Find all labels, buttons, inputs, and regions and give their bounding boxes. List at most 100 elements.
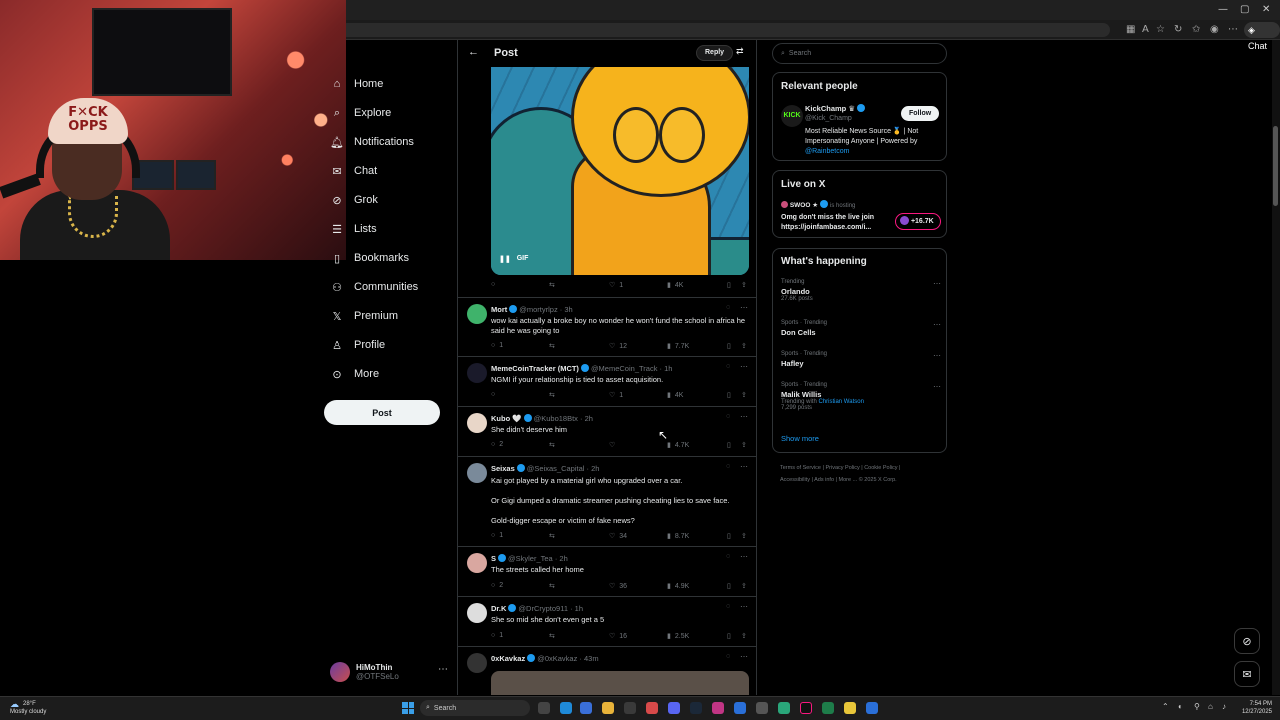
repost-icon[interactable]: ⇆ <box>549 391 555 399</box>
grok-icon[interactable]: ◌ <box>726 363 730 370</box>
more-dots-icon[interactable]: ⋯ <box>740 652 748 661</box>
nav-communities[interactable]: ⚇ Communities <box>330 277 418 297</box>
app-icon[interactable] <box>734 702 746 714</box>
reply-icon[interactable]: ○ 2 <box>491 441 503 448</box>
like-icon[interactable]: ♡ 34 <box>609 532 627 541</box>
gif-media[interactable]: ❚❚ GIF <box>491 67 749 275</box>
reply-icon[interactable]: ○ 1 <box>491 342 503 349</box>
repost-icon[interactable]: ⇆ <box>549 281 559 289</box>
views-icon[interactable]: ▮ 4.7K <box>667 441 689 450</box>
trend-item[interactable]: Sports · Trending Don Cells <box>781 320 827 337</box>
repost-icon[interactable]: ⇆ <box>549 441 555 449</box>
list-item[interactable]: 0xKavkaz @0xKavkaz · 43m ◌ ⋯ <box>458 646 756 695</box>
nav-lists[interactable]: ☰ Lists <box>330 219 377 239</box>
list-item[interactable]: MemeCoinTracker (MCT) @MemeCoin_Track · 1… <box>458 356 756 406</box>
trend-item[interactable]: Trending Orlando 27.6K posts <box>781 279 813 302</box>
footer-link[interactable]: Cookie Policy <box>864 465 897 471</box>
nav-premium[interactable]: 𝕏 Premium <box>330 306 398 326</box>
share-icon[interactable]: ⇪ <box>741 532 747 540</box>
search-input[interactable]: ⌕ Search <box>772 43 947 64</box>
tweet-author-name[interactable]: Dr.K <box>491 604 506 613</box>
footer-link[interactable]: Accessibility <box>780 477 810 483</box>
refresh-icon[interactable]: ↻ <box>1174 24 1182 35</box>
menu-icon[interactable]: ⋯ <box>1228 24 1238 35</box>
chrome-icon[interactable] <box>646 702 658 714</box>
close-icon[interactable]: ✕ <box>1262 4 1270 15</box>
more-dots-icon[interactable]: ⋯ <box>438 664 448 675</box>
back-arrow-icon[interactable]: ← <box>468 46 479 58</box>
weather-widget[interactable]: ☁ 28°F Mostly cloudy <box>10 700 46 716</box>
relevant-person-name[interactable]: KickChamp <box>805 104 846 113</box>
copilot-chat-button[interactable]: ◈ Chat <box>1244 22 1280 51</box>
adjust-icon[interactable]: ⇄ <box>736 46 744 57</box>
tiktok-icon[interactable] <box>800 702 812 714</box>
tweet-author-name[interactable]: 0xKavkaz <box>491 654 525 663</box>
nav-grok[interactable]: ⊘ Grok <box>330 190 377 210</box>
store-icon[interactable] <box>624 702 636 714</box>
reply-button[interactable]: Reply <box>696 45 734 61</box>
grok-icon[interactable]: ◌ <box>726 413 730 420</box>
discord-icon[interactable] <box>668 702 680 714</box>
scrollbar-thumb[interactable] <box>1273 126 1278 206</box>
nav-explore[interactable]: ⌕ Explore <box>330 103 391 123</box>
settings-icon[interactable] <box>756 702 768 714</box>
more-dots-icon[interactable]: ⋯ <box>740 303 748 312</box>
share-icon[interactable]: ⇪ <box>741 391 747 399</box>
like-icon[interactable]: ♡ <box>609 441 615 449</box>
share-icon[interactable]: ⇪ <box>741 582 747 590</box>
share-icon[interactable]: ⇪ <box>741 281 747 289</box>
tweet-author-name[interactable]: Seixas <box>491 464 515 473</box>
views-icon[interactable]: ▮ 4K <box>667 391 683 400</box>
reader-icon[interactable]: ▦ <box>1126 24 1135 35</box>
nav-home[interactable]: ⌂ Home <box>330 74 384 94</box>
pause-icon[interactable]: ❚❚ <box>499 255 511 263</box>
views-icon[interactable]: ▮ 4K <box>667 281 683 290</box>
more-dots-icon[interactable]: ⋯ <box>933 320 941 329</box>
list-item[interactable]: Seixas @Seixas_Capital · 2h ◌ ⋯ Kai got p… <box>458 456 756 546</box>
live-host[interactable]: SWOO ★ is hosting <box>781 200 855 209</box>
profile-icon[interactable]: ◉ <box>1210 24 1219 35</box>
post-button[interactable]: Post <box>324 400 440 425</box>
grok-icon[interactable]: ◌ <box>726 553 730 560</box>
nav-chat[interactable]: ✉ Chat <box>330 161 377 181</box>
account-switcher[interactable]: HiMoThin @OTFSeLo ⋯ <box>330 660 448 684</box>
tweet-handle[interactable]: @Kubo18Btx <box>534 414 578 423</box>
live-listener-badge[interactable]: +16.7K <box>895 213 941 230</box>
more-dots-icon[interactable]: ⋯ <box>740 602 748 611</box>
views-icon[interactable]: ▮ 8.7K <box>667 532 689 541</box>
reply-icon[interactable]: ○ 1 <box>491 632 503 639</box>
repost-icon[interactable]: ⇆ <box>549 342 555 350</box>
microphone-icon[interactable]: ⚲ <box>1194 702 1200 711</box>
clock[interactable]: 7:54 PM 12/27/2025 <box>1236 700 1272 716</box>
read-aloud-icon[interactable]: A <box>1142 24 1149 35</box>
repost-icon[interactable]: ⇆ <box>549 532 555 540</box>
share-icon[interactable]: ⇪ <box>741 632 747 640</box>
bookmark-icon[interactable]: ▯ <box>727 391 731 399</box>
minimize-icon[interactable]: — <box>1218 4 1228 15</box>
volume-icon[interactable]: ♪ <box>1222 702 1226 711</box>
bio-link[interactable]: @Rainbetcom <box>805 148 849 155</box>
reply-icon[interactable]: ○ <box>491 391 495 398</box>
bookmark-icon[interactable]: ▯ <box>727 532 731 540</box>
taskbar-search[interactable]: ⌕ Search <box>420 700 530 716</box>
task-view-icon[interactable] <box>538 702 550 714</box>
app-icon[interactable] <box>866 702 878 714</box>
tweet-handle[interactable]: @DrCrypto911 <box>518 604 568 613</box>
trend-item[interactable]: Sports · Trending Malik Willis Trending wi… <box>781 382 864 411</box>
list-item[interactable]: Dr.K @DrCrypto911 · 1h ◌ ⋯ She so mid she… <box>458 596 756 646</box>
tweet-handle[interactable]: @mortyrlpz <box>519 305 557 314</box>
tray-chevron-icon[interactable]: ⌃ <box>1162 702 1169 711</box>
list-item[interactable]: Kubo 🤍 @Kubo18Btx · 2h ◌ ⋯ She didn't des… <box>458 406 756 456</box>
live-text[interactable]: Omg don't miss the live join https://joi… <box>781 213 887 233</box>
address-bar[interactable] <box>340 23 1110 37</box>
more-dots-icon[interactable]: ⋯ <box>933 382 941 391</box>
tweet-handle[interactable]: @Seixas_Capital <box>527 464 585 473</box>
grok-icon[interactable]: ◌ <box>726 304 730 311</box>
bookmark-icon[interactable]: ▯ <box>727 342 731 350</box>
tweet-author-name[interactable]: MemeCoinTracker (MCT) <box>491 364 579 373</box>
relevant-person-handle[interactable]: @Kick_Champ <box>805 115 852 122</box>
like-icon[interactable]: ♡ 12 <box>609 342 627 351</box>
file-explorer-icon[interactable] <box>602 702 614 714</box>
nav-more[interactable]: ⊙ More <box>330 364 379 384</box>
maximize-icon[interactable]: ▢ <box>1240 4 1249 15</box>
